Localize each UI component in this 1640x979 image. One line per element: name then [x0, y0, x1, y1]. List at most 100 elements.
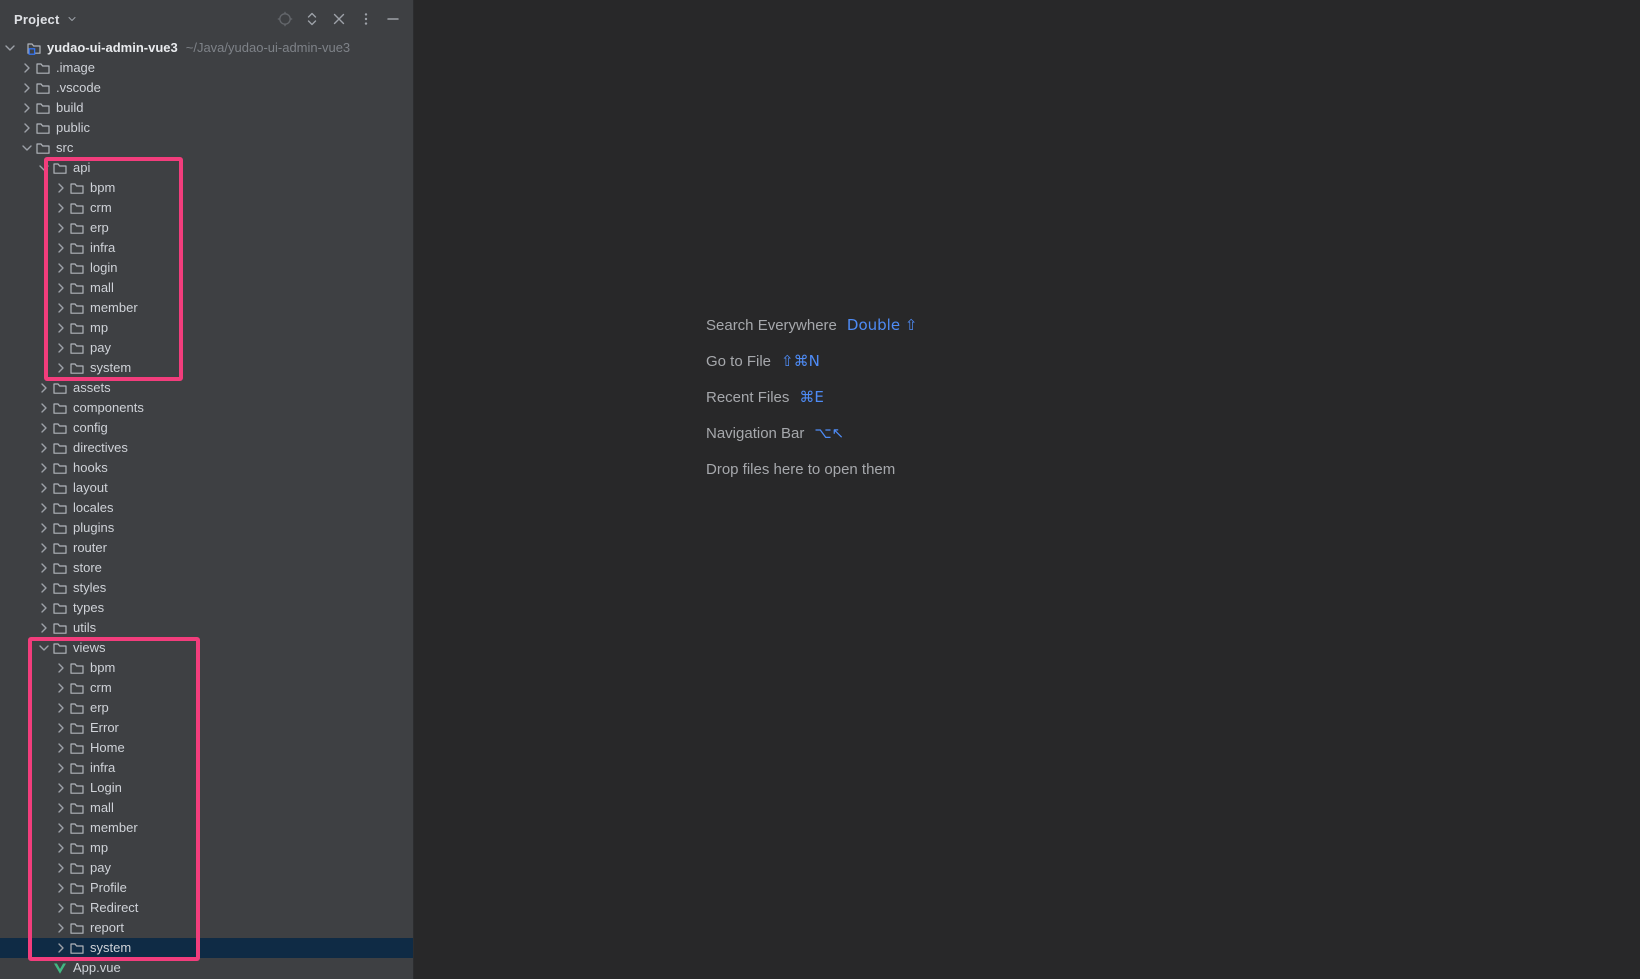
chevron-right-icon[interactable] — [53, 800, 69, 816]
chevron-right-icon[interactable] — [53, 860, 69, 876]
chevron-right-icon[interactable] — [53, 260, 69, 276]
expand-selection-icon[interactable] — [304, 11, 320, 27]
chevron-down-icon[interactable] — [2, 40, 18, 56]
chevron-right-icon[interactable] — [36, 600, 52, 616]
chevron-right-icon[interactable] — [53, 340, 69, 356]
chevron-right-icon[interactable] — [36, 540, 52, 556]
tree-item-profile[interactable]: Profile — [0, 878, 413, 898]
tree-item-store[interactable]: store — [0, 558, 413, 578]
tree-item-report[interactable]: report — [0, 918, 413, 938]
chevron-right-icon[interactable] — [36, 500, 52, 516]
chevron-right-icon[interactable] — [53, 280, 69, 296]
chevron-right-icon[interactable] — [36, 480, 52, 496]
tree-item-bpm[interactable]: bpm — [0, 658, 413, 678]
chevron-right-icon[interactable] — [53, 680, 69, 696]
tree-item-router[interactable]: router — [0, 538, 413, 558]
chevron-right-icon[interactable] — [53, 840, 69, 856]
chevron-right-icon[interactable] — [19, 80, 35, 96]
tree-item-components[interactable]: components — [0, 398, 413, 418]
chevron-down-icon[interactable] — [36, 640, 52, 656]
chevron-right-icon[interactable] — [53, 720, 69, 736]
chevron-down-icon[interactable] — [66, 13, 78, 25]
chevron-right-icon[interactable] — [53, 900, 69, 916]
tree-item-login[interactable]: Login — [0, 778, 413, 798]
chevron-right-icon[interactable] — [19, 120, 35, 136]
chevron-right-icon[interactable] — [53, 700, 69, 716]
tree-item-mall[interactable]: mall — [0, 798, 413, 818]
chevron-right-icon[interactable] — [53, 780, 69, 796]
chevron-right-icon[interactable] — [19, 60, 35, 76]
chevron-right-icon[interactable] — [19, 100, 35, 116]
chevron-right-icon[interactable] — [53, 940, 69, 956]
tree-item-crm[interactable]: crm — [0, 198, 413, 218]
chevron-right-icon[interactable] — [36, 620, 52, 636]
chevron-right-icon[interactable] — [53, 200, 69, 216]
tree-item-crm[interactable]: crm — [0, 678, 413, 698]
tree-item-locales[interactable]: locales — [0, 498, 413, 518]
tree-item-config[interactable]: config — [0, 418, 413, 438]
tree-item-pay[interactable]: pay — [0, 338, 413, 358]
tree-item-infra[interactable]: infra — [0, 758, 413, 778]
chevron-down-icon[interactable] — [19, 140, 35, 156]
chevron-right-icon[interactable] — [36, 420, 52, 436]
tree-item-infra[interactable]: infra — [0, 238, 413, 258]
locate-icon[interactable] — [277, 11, 293, 27]
hide-panel-icon[interactable] — [385, 11, 401, 27]
tree-item-layout[interactable]: layout — [0, 478, 413, 498]
tree-item-bpm[interactable]: bpm — [0, 178, 413, 198]
tree-item-image[interactable]: .image — [0, 58, 413, 78]
chevron-right-icon[interactable] — [53, 920, 69, 936]
tree-item-mall[interactable]: mall — [0, 278, 413, 298]
tree-item-erp[interactable]: erp — [0, 698, 413, 718]
chevron-right-icon[interactable] — [53, 760, 69, 776]
tree-item-hooks[interactable]: hooks — [0, 458, 413, 478]
collapse-all-icon[interactable] — [331, 11, 347, 27]
chevron-right-icon[interactable] — [53, 320, 69, 336]
tree-item-views[interactable]: views — [0, 638, 413, 658]
tree-item-src[interactable]: src — [0, 138, 413, 158]
project-panel-title[interactable]: Project — [14, 12, 59, 27]
chevron-right-icon[interactable] — [53, 240, 69, 256]
tree-item-styles[interactable]: styles — [0, 578, 413, 598]
tree-item-home[interactable]: Home — [0, 738, 413, 758]
chevron-right-icon[interactable] — [36, 520, 52, 536]
tree-item-system[interactable]: system — [0, 938, 413, 958]
tree-item-plugins[interactable]: plugins — [0, 518, 413, 538]
chevron-right-icon[interactable] — [36, 580, 52, 596]
tree-item-types[interactable]: types — [0, 598, 413, 618]
tree-item-member[interactable]: member — [0, 298, 413, 318]
chevron-right-icon[interactable] — [53, 220, 69, 236]
chevron-right-icon[interactable] — [53, 820, 69, 836]
tree-item-root-yudao-ui-admin-vue3[interactable]: yudao-ui-admin-vue3~/Java/yudao-ui-admin… — [0, 38, 413, 58]
tree-item-build[interactable]: build — [0, 98, 413, 118]
tree-item-app.vue[interactable]: App.vue — [0, 958, 413, 978]
tree-item-redirect[interactable]: Redirect — [0, 898, 413, 918]
tree-item-vscode[interactable]: .vscode — [0, 78, 413, 98]
chevron-right-icon[interactable] — [53, 180, 69, 196]
chevron-right-icon[interactable] — [53, 880, 69, 896]
chevron-right-icon[interactable] — [53, 300, 69, 316]
chevron-right-icon[interactable] — [53, 660, 69, 676]
tree-item-pay[interactable]: pay — [0, 858, 413, 878]
chevron-right-icon[interactable] — [36, 440, 52, 456]
tree-item-utils[interactable]: utils — [0, 618, 413, 638]
tree-item-member[interactable]: member — [0, 818, 413, 838]
chevron-down-icon[interactable] — [36, 160, 52, 176]
tree-item-erp[interactable]: erp — [0, 218, 413, 238]
tree-item-mp[interactable]: mp — [0, 838, 413, 858]
tree-item-assets[interactable]: assets — [0, 378, 413, 398]
tree-item-system[interactable]: system — [0, 358, 413, 378]
chevron-right-icon[interactable] — [53, 740, 69, 756]
tree-item-public[interactable]: public — [0, 118, 413, 138]
chevron-right-icon[interactable] — [36, 380, 52, 396]
tree-item-api[interactable]: api — [0, 158, 413, 178]
tree-item-directives[interactable]: directives — [0, 438, 413, 458]
tree-item-mp[interactable]: mp — [0, 318, 413, 338]
tree-item-error[interactable]: Error — [0, 718, 413, 738]
chevron-right-icon[interactable] — [36, 460, 52, 476]
chevron-right-icon[interactable] — [36, 560, 52, 576]
tree-item-login[interactable]: login — [0, 258, 413, 278]
chevron-right-icon[interactable] — [36, 400, 52, 416]
more-options-icon[interactable] — [358, 11, 374, 27]
chevron-right-icon[interactable] — [53, 360, 69, 376]
